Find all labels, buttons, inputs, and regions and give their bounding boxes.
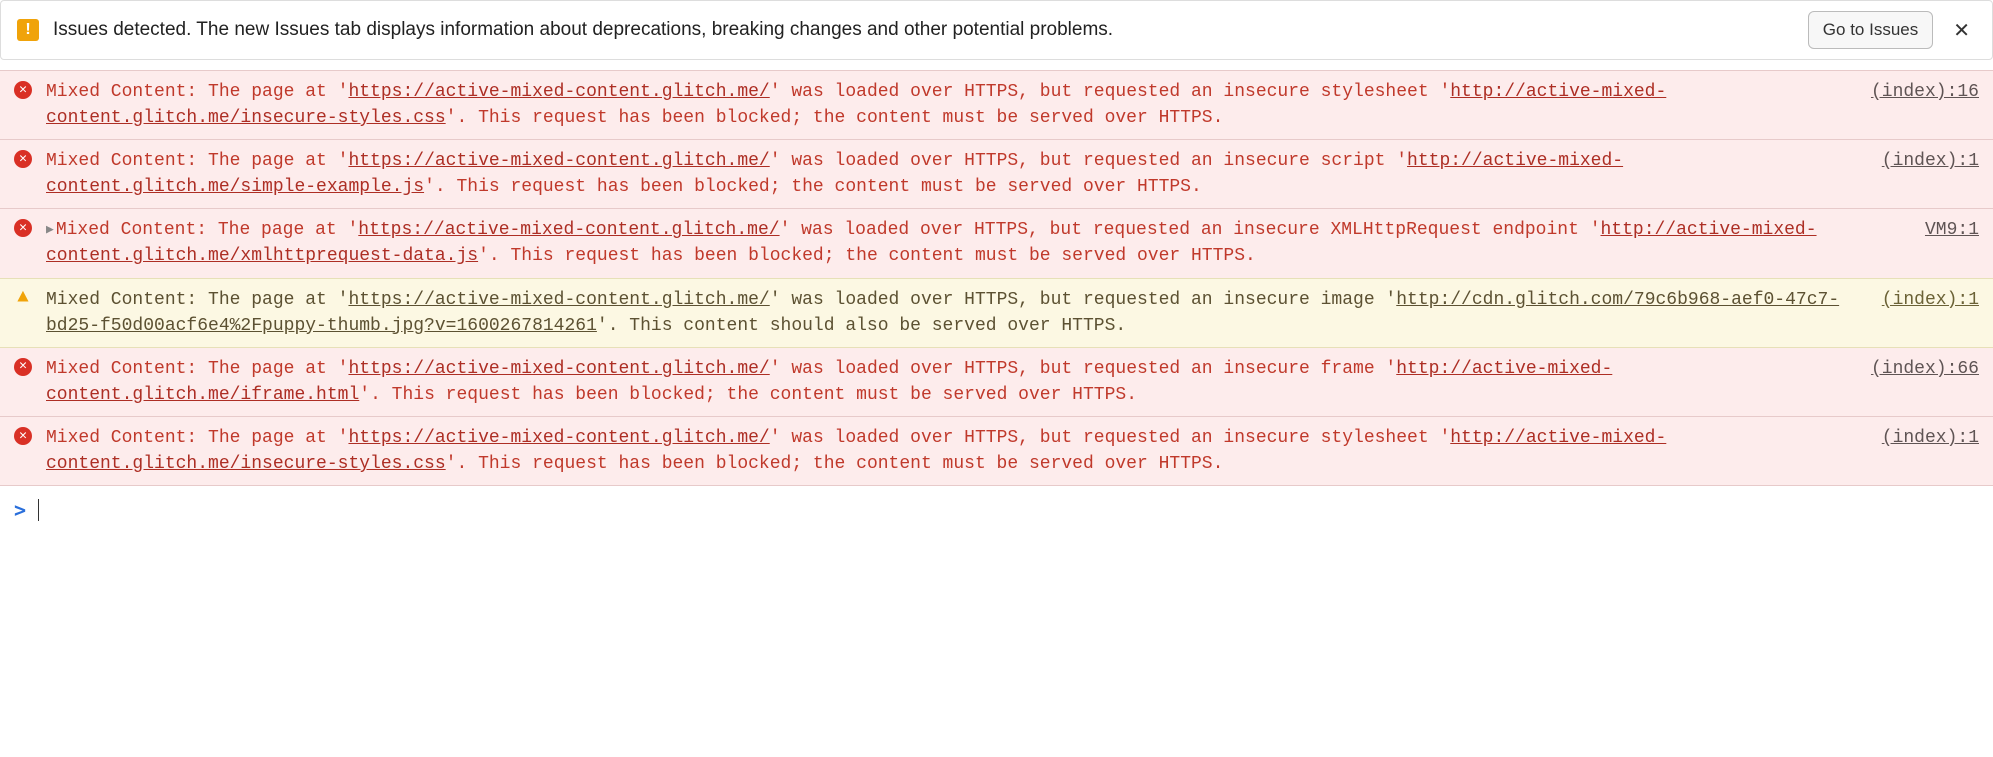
issues-icon: ! xyxy=(17,19,39,41)
error-icon: ✕ xyxy=(14,358,32,376)
console-message-error: ✕ (index):1 Mixed Content: The page at 'ht… xyxy=(0,140,1993,209)
message-source-link[interactable]: VM9:1 xyxy=(1925,217,1979,243)
message-text: Mixed Content: The page at 'https://acti… xyxy=(46,290,1839,336)
resource-url-link[interactable]: http://active-mixed-content.glitch.me/si… xyxy=(46,151,1623,197)
issues-infobar-text: Issues detected. The new Issues tab disp… xyxy=(53,19,1794,41)
expand-triangle-icon[interactable]: ▶ xyxy=(46,222,54,237)
resource-url-link[interactable]: http://cdn.glitch.com/79c6b968-aef0-47c7… xyxy=(46,290,1839,336)
resource-url-link[interactable]: http://active-mixed-content.glitch.me/if… xyxy=(46,359,1612,405)
warning-icon: ▲ xyxy=(14,289,32,307)
page-url-link[interactable]: https://active-mixed-content.glitch.me/ xyxy=(358,220,779,240)
page-url-link[interactable]: https://active-mixed-content.glitch.me/ xyxy=(348,151,769,171)
page-url-link[interactable]: https://active-mixed-content.glitch.me/ xyxy=(348,82,769,102)
message-text: Mixed Content: The page at 'https://acti… xyxy=(46,82,1666,128)
error-icon: ✕ xyxy=(14,81,32,99)
page-url-link[interactable]: https://active-mixed-content.glitch.me/ xyxy=(348,428,769,448)
error-icon: ✕ xyxy=(14,219,32,237)
message-source-link[interactable]: (index):1 xyxy=(1882,287,1979,313)
console-message-error: ✕ (index):66 Mixed Content: The page at 'h… xyxy=(0,348,1993,417)
message-source-link[interactable]: (index):1 xyxy=(1882,148,1979,174)
console-message-error: ✕ (index):16 Mixed Content: The page at 'h… xyxy=(0,71,1993,140)
message-source-link[interactable]: (index):16 xyxy=(1871,79,1979,105)
message-text: ▶Mixed Content: The page at 'https://act… xyxy=(46,220,1817,266)
message-source-link[interactable]: (index):1 xyxy=(1882,425,1979,451)
page-url-link[interactable]: https://active-mixed-content.glitch.me/ xyxy=(348,290,769,310)
error-icon: ✕ xyxy=(14,150,32,168)
go-to-issues-button[interactable]: Go to Issues xyxy=(1808,11,1933,49)
console-message-error: ✕ VM9:1 ▶Mixed Content: The page at 'https… xyxy=(0,209,1993,278)
error-icon: ✕ xyxy=(14,427,32,445)
console-message-warn: ▲ (index):1 Mixed Content: The page at 'ht… xyxy=(0,278,1993,348)
console-message-error: ✕ (index):1 Mixed Content: The page at 'ht… xyxy=(0,417,1993,486)
console-prompt[interactable]: > xyxy=(0,486,1993,534)
resource-url-link[interactable]: http://active-mixed-content.glitch.me/in… xyxy=(46,428,1666,474)
console-message-list: ✕ (index):16 Mixed Content: The page at 'h… xyxy=(0,70,1993,486)
page-url-link[interactable]: https://active-mixed-content.glitch.me/ xyxy=(348,359,769,379)
resource-url-link[interactable]: http://active-mixed-content.glitch.me/xm… xyxy=(46,220,1817,266)
close-icon[interactable]: ✕ xyxy=(1947,18,1976,43)
issues-infobar: ! Issues detected. The new Issues tab di… xyxy=(0,0,1993,60)
message-text: Mixed Content: The page at 'https://acti… xyxy=(46,428,1666,474)
resource-url-link[interactable]: http://active-mixed-content.glitch.me/in… xyxy=(46,82,1666,128)
message-text: Mixed Content: The page at 'https://acti… xyxy=(46,151,1623,197)
message-text: Mixed Content: The page at 'https://acti… xyxy=(46,359,1612,405)
message-source-link[interactable]: (index):66 xyxy=(1871,356,1979,382)
